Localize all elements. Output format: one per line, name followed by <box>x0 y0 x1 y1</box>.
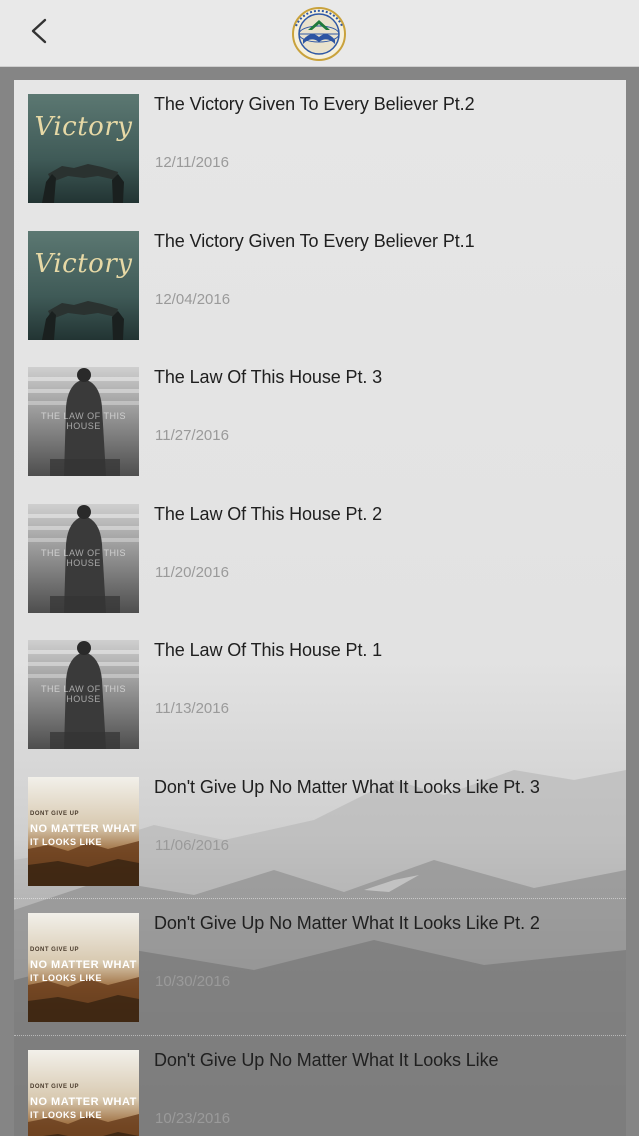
sermon-list-panel: Victory The Victory Given To Every Believ… <box>14 80 626 1136</box>
thumbnail-caption: THE LAW OF THIS HOUSE <box>40 684 126 704</box>
back-button[interactable] <box>22 12 56 50</box>
thumbnail-caption: THE LAW OF THIS HOUSE <box>40 547 126 568</box>
sermon-thumbnail: DONT GIVE UP NO MATTER WHAT IT LOOKS LIKE <box>28 1049 139 1136</box>
thumbnail-caption: DONT GIVE UP <box>30 810 80 817</box>
thumbnail-caption: DONT GIVE UP <box>30 1083 80 1090</box>
thumbnail-caption: NO MATTER WHAT <box>30 822 137 835</box>
sermon-title: Don't Give Up No Matter What It Looks Li… <box>154 1049 499 1070</box>
sermon-date: 12/04/2016 <box>155 290 231 308</box>
sermon-list-item[interactable]: DONT GIVE UP NO MATTER WHAT IT LOOKS LIKE D… <box>14 1034 626 1136</box>
sermon-list-item[interactable]: THE LAW OF THIS HOUSE The Law Of This Hou… <box>14 626 626 762</box>
sermon-list-item[interactable]: THE LAW OF THIS HOUSE The Law Of This Hou… <box>14 353 626 489</box>
sermon-date: 11/27/2016 <box>155 427 229 444</box>
sermon-title: Don't Give Up No Matter What It Looks Li… <box>154 776 540 797</box>
sermon-date: 11/13/2016 <box>155 700 229 717</box>
sermon-title: The Law Of This House Pt. 2 <box>154 503 383 524</box>
sermon-title: The Law Of This House Pt. 1 <box>154 640 383 660</box>
thumbnail-caption: IT LOOKS LIKE <box>30 1109 103 1120</box>
top-bar <box>0 0 639 67</box>
sermon-date: 11/20/2016 <box>155 563 229 581</box>
sermon-title: The Victory Given To Every Believer Pt.1 <box>154 230 475 251</box>
thumbnail-caption: Victory <box>34 248 133 279</box>
sermon-date: 10/30/2016 <box>155 973 231 990</box>
sermon-list-item[interactable]: Victory The Victory Given To Every Believ… <box>14 217 626 353</box>
sermon-thumbnail: THE LAW OF THIS HOUSE <box>28 503 139 613</box>
sermon-thumbnail: DONT GIVE UP NO MATTER WHAT IT LOOKS LIKE <box>28 776 139 886</box>
sermon-thumbnail: Victory <box>28 94 139 203</box>
thumbnail-caption: IT LOOKS LIKE <box>30 973 103 983</box>
thumbnail-caption: IT LOOKS LIKE <box>30 836 103 847</box>
sermon-list-item[interactable]: Victory The Victory Given To Every Believ… <box>14 80 626 216</box>
sermon-thumbnail: Victory <box>28 230 139 340</box>
sermon-thumbnail: THE LAW OF THIS HOUSE <box>28 640 139 749</box>
thumbnail-caption: Victory <box>34 112 133 142</box>
sermon-date: 10/23/2016 <box>155 1109 231 1127</box>
sermon-title: The Victory Given To Every Believer Pt.2 <box>154 94 475 114</box>
sermon-thumbnail: THE LAW OF THIS HOUSE <box>28 367 139 476</box>
sermon-date: 11/06/2016 <box>155 836 229 854</box>
church-logo-icon <box>292 7 346 61</box>
sermon-thumbnail: DONT GIVE UP NO MATTER WHAT IT LOOKS LIKE <box>28 913 139 1022</box>
sermon-title: Don't Give Up No Matter What It Looks Li… <box>154 913 540 933</box>
thumbnail-caption: DONT GIVE UP <box>30 947 80 953</box>
thumbnail-caption: NO MATTER WHAT <box>30 959 137 971</box>
sermon-date: 12/11/2016 <box>155 154 229 171</box>
thumbnail-caption: THE LAW OF THIS HOUSE <box>40 411 126 431</box>
chevron-left-icon <box>31 18 47 44</box>
thumbnail-caption: NO MATTER WHAT <box>30 1095 137 1108</box>
sermon-list-item[interactable]: DONT GIVE UP NO MATTER WHAT IT LOOKS LIKE D… <box>14 898 626 1035</box>
sermon-list-item[interactable]: THE LAW OF THIS HOUSE The Law Of This Hou… <box>14 490 626 626</box>
sermon-list-item[interactable]: DONT GIVE UP NO MATTER WHAT IT LOOKS LIKE D… <box>14 763 626 899</box>
sermon-title: The Law Of This House Pt. 3 <box>154 367 383 387</box>
